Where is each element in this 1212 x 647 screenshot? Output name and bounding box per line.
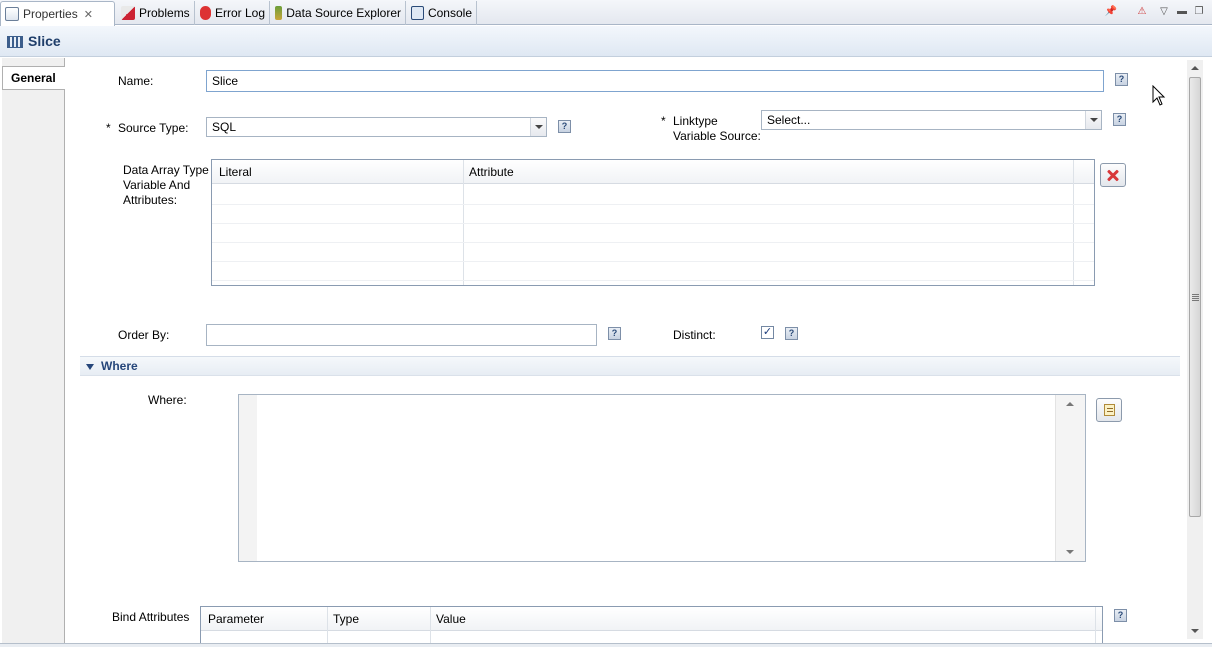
- required-marker: *: [661, 114, 666, 128]
- column-divider: [327, 607, 328, 646]
- source-type-help-icon[interactable]: ?: [558, 120, 571, 133]
- column-divider: [1095, 607, 1096, 646]
- bind-attributes-table[interactable]: Parameter Type Value: [200, 606, 1103, 646]
- where-textarea[interactable]: [238, 394, 1086, 562]
- linktype-help-icon[interactable]: ?: [1113, 113, 1126, 126]
- delete-row-button[interactable]: [1100, 163, 1126, 187]
- problems-icon: [121, 6, 135, 20]
- maximize-icon[interactable]: ❐: [1192, 5, 1206, 19]
- name-field[interactable]: Slice: [206, 70, 1104, 92]
- pin-icon[interactable]: 📌: [1104, 5, 1118, 19]
- source-type-select[interactable]: SQL: [206, 117, 547, 137]
- main-scrollbar[interactable]: [1187, 60, 1203, 639]
- tab-label: Properties: [23, 7, 78, 21]
- slice-icon: [7, 36, 23, 48]
- tab-label: Error Log: [214, 6, 265, 20]
- bottom-border: [0, 643, 1212, 647]
- table-row[interactable]: [212, 242, 1094, 243]
- column-divider: [430, 607, 431, 646]
- properties-icon: [5, 7, 19, 21]
- tab-console[interactable]: Console: [407, 1, 477, 25]
- source-type-value: SQL: [212, 120, 237, 134]
- where-section-header[interactable]: Where: [80, 356, 1180, 376]
- error-filter-icon[interactable]: ⚠: [1135, 5, 1149, 19]
- where-section-title: Where: [101, 359, 138, 373]
- chevron-down-icon[interactable]: [86, 364, 94, 370]
- where-label: Where:: [148, 393, 187, 407]
- scroll-up-icon[interactable]: [1066, 402, 1074, 406]
- data-array-label-line3: Attributes:: [123, 193, 178, 207]
- scrollbar-thumb[interactable]: [1189, 77, 1201, 517]
- chevron-down-icon[interactable]: [530, 118, 546, 136]
- notepad-icon: [1104, 404, 1115, 416]
- scroll-down-icon[interactable]: [1066, 550, 1074, 554]
- page-title: Slice: [28, 33, 61, 49]
- column-header-literal[interactable]: Literal: [219, 165, 252, 179]
- linktype-label-line2: Variable Source:: [673, 129, 761, 143]
- view-tab-bar: Properties ✕ Problems Error Log Data Sou…: [0, 0, 1212, 26]
- view-menu-icon[interactable]: ▽: [1157, 5, 1171, 19]
- properties-header: Slice: [0, 26, 1212, 57]
- tab-problems[interactable]: Problems: [117, 1, 195, 25]
- tab-properties[interactable]: Properties ✕: [0, 1, 115, 26]
- table-header: Parameter Type Value: [201, 607, 1102, 631]
- tab-error-log[interactable]: Error Log: [196, 1, 270, 25]
- error-log-icon: [200, 6, 211, 20]
- column-header-type[interactable]: Type: [333, 612, 359, 626]
- chevron-down-icon[interactable]: [1085, 111, 1101, 129]
- scroll-down-icon[interactable]: [1191, 629, 1199, 633]
- tab-label: Data Source Explorer: [286, 6, 401, 20]
- line-gutter: [239, 395, 257, 561]
- distinct-checkbox[interactable]: ✓: [761, 326, 774, 339]
- column-header-parameter[interactable]: Parameter: [208, 612, 264, 626]
- order-by-field[interactable]: [206, 324, 597, 346]
- data-array-label-line2: Variable And: [123, 178, 191, 192]
- where-scrollbar[interactable]: [1055, 395, 1085, 561]
- linktype-select[interactable]: Select...: [761, 110, 1102, 130]
- column-header-attribute[interactable]: Attribute: [469, 165, 514, 179]
- name-label: Name:: [118, 74, 154, 88]
- bind-attributes-label: Bind Attributes: [112, 610, 190, 624]
- console-icon: [411, 6, 424, 20]
- required-marker: *: [106, 121, 111, 135]
- data-array-label: Data Array Type: [123, 163, 209, 177]
- order-by-label: Order By:: [118, 328, 170, 342]
- table-row[interactable]: [212, 261, 1094, 262]
- tab-label: Problems: [139, 6, 190, 20]
- order-by-help-icon[interactable]: ?: [608, 327, 621, 340]
- close-icon[interactable]: ✕: [84, 8, 93, 21]
- table-row[interactable]: [212, 280, 1094, 281]
- grip-icon: [1192, 294, 1199, 301]
- tab-data-source-explorer[interactable]: Data Source Explorer: [271, 1, 406, 25]
- tab-label: Console: [427, 6, 472, 20]
- section-tab-strip: [2, 58, 65, 647]
- minimize-icon[interactable]: ▬: [1175, 5, 1189, 19]
- table-row[interactable]: [212, 204, 1094, 205]
- table-header: Literal Attribute: [212, 160, 1094, 184]
- distinct-label: Distinct:: [673, 328, 716, 342]
- data-array-table[interactable]: Literal Attribute: [211, 159, 1095, 286]
- data-source-explorer-icon: [275, 6, 283, 20]
- bind-attributes-help-icon[interactable]: ?: [1114, 609, 1127, 622]
- tab-general[interactable]: General: [2, 66, 65, 90]
- distinct-help-icon[interactable]: ?: [785, 327, 798, 340]
- table-row[interactable]: [212, 223, 1094, 224]
- name-help-icon[interactable]: ?: [1115, 73, 1128, 86]
- mouse-cursor-icon: [1152, 85, 1166, 106]
- open-editor-button[interactable]: [1096, 398, 1122, 422]
- linktype-label: Linktype: [673, 114, 718, 128]
- scroll-up-icon[interactable]: [1191, 66, 1199, 70]
- column-header-value[interactable]: Value: [436, 612, 466, 626]
- source-type-label: Source Type:: [118, 121, 189, 135]
- linktype-value: Select...: [767, 113, 811, 127]
